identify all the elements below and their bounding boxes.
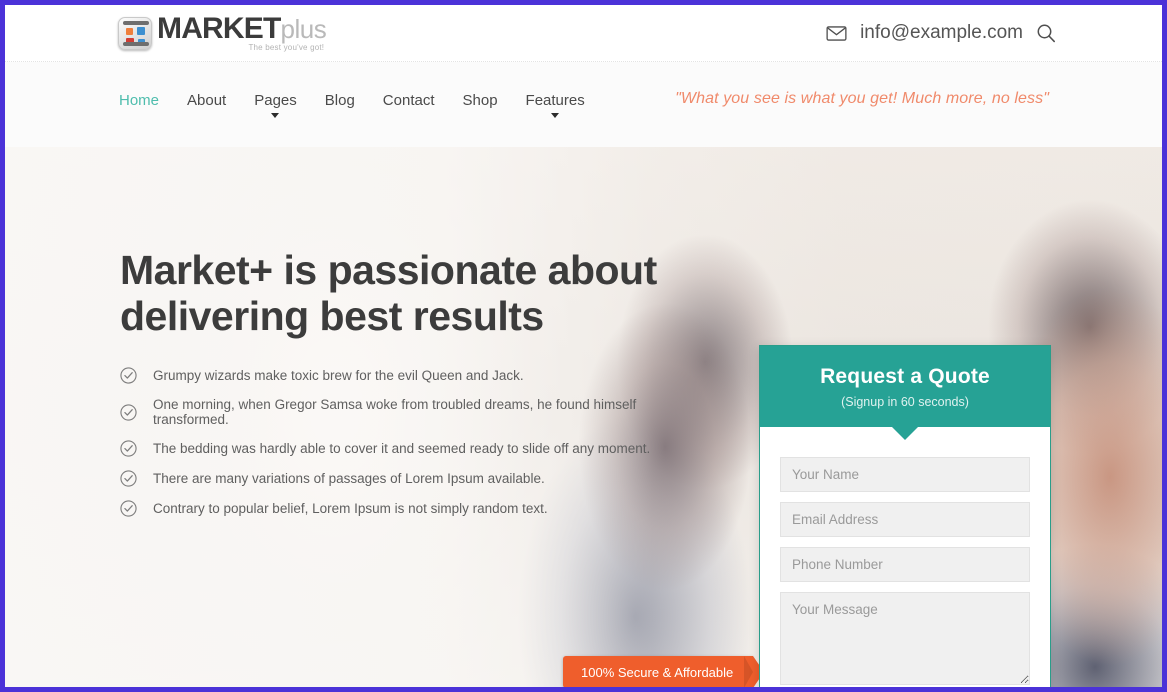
quote-card-header: Request a Quote (Signup in 60 seconds) xyxy=(760,346,1050,427)
circle-check-icon xyxy=(120,403,137,421)
header-tagline: "What you see is what you get! Much more… xyxy=(675,90,1049,107)
quote-card-body: GET STARTED... *We do not spam. xyxy=(760,427,1050,687)
list-item-text: Grumpy wizards make toxic brew for the e… xyxy=(153,368,524,383)
chevron-down-icon xyxy=(551,113,560,118)
nav-link-list: Home About Pages Blog Contact Shop Featu… xyxy=(119,92,599,118)
envelope-icon xyxy=(826,25,847,41)
top-bar: MARKETplus The best you've got! info@exa… xyxy=(5,5,1162,62)
your-name-input[interactable] xyxy=(780,457,1030,492)
site-logo[interactable]: MARKETplus The best you've got! xyxy=(118,12,327,52)
list-item-text: The bedding was hardly able to cover it … xyxy=(153,441,651,456)
hero-title: Market+ is passionate about delivering b… xyxy=(120,247,657,339)
ribbon-label: 100% Secure & Affordable xyxy=(581,664,734,680)
list-item: There are many variations of passages of… xyxy=(120,470,680,487)
contact-email: info@example.com xyxy=(860,22,1023,43)
nav-item-about[interactable]: About xyxy=(173,92,240,109)
market-tiles-icon xyxy=(118,17,152,50)
nav-label-contact: Contact xyxy=(382,92,435,109)
nav-label-home: Home xyxy=(119,92,160,109)
main-navigation: Home About Pages Blog Contact Shop Featu… xyxy=(5,62,1162,147)
nav-label-about: About xyxy=(187,92,227,109)
circle-check-icon xyxy=(120,367,137,384)
hero-feature-list: Grumpy wizards make toxic brew for the e… xyxy=(120,367,680,517)
request-quote-card: Request a Quote (Signup in 60 seconds) G… xyxy=(759,345,1051,687)
top-bar-right: info@example.com xyxy=(826,22,1056,44)
list-item: Contrary to popular belief, Lorem Ipsum … xyxy=(120,500,680,517)
circle-check-icon xyxy=(120,470,137,487)
list-item: One morning, when Gregor Samsa woke from… xyxy=(120,397,680,427)
list-item: The bedding was hardly able to cover it … xyxy=(120,440,680,457)
quote-subtitle: (Signup in 60 seconds) xyxy=(841,395,969,409)
nav-item-home[interactable]: Home xyxy=(119,92,173,109)
hero-content: Market+ is passionate about delivering b… xyxy=(120,247,680,530)
list-item: Grumpy wizards make toxic brew for the e… xyxy=(120,367,680,384)
logo-name-bold: MARKET xyxy=(157,12,281,45)
page-frame: MARKETplus The best you've got! info@exa… xyxy=(0,0,1167,692)
hero-section: Market+ is passionate about delivering b… xyxy=(5,147,1162,687)
email-address-input[interactable] xyxy=(780,502,1030,537)
list-item-text: Contrary to popular belief, Lorem Ipsum … xyxy=(153,501,548,516)
list-item-text: One morning, when Gregor Samsa woke from… xyxy=(153,397,637,427)
search-icon[interactable] xyxy=(1036,23,1056,43)
nav-item-pages[interactable]: Pages xyxy=(240,92,311,118)
nav-label-shop: Shop xyxy=(462,92,498,109)
your-message-textarea[interactable] xyxy=(780,592,1030,685)
quote-title: Request a Quote xyxy=(820,365,990,388)
nav-label-features: Features xyxy=(525,92,585,109)
nav-item-blog[interactable]: Blog xyxy=(311,92,369,109)
logo-wordmark: MARKETplus The best you've got! xyxy=(157,12,327,52)
nav-item-shop[interactable]: Shop xyxy=(449,92,512,109)
logo-name-light: plus xyxy=(280,14,327,44)
nav-item-features[interactable]: Features xyxy=(512,92,599,118)
circle-check-icon xyxy=(120,440,137,457)
nav-label-blog: Blog xyxy=(324,92,355,109)
nav-label-pages: Pages xyxy=(254,92,297,109)
chevron-down-icon xyxy=(271,113,280,118)
circle-check-icon xyxy=(120,500,137,517)
logo-tagline: The best you've got! xyxy=(248,43,325,52)
list-item-text: There are many variations of passages of… xyxy=(153,471,545,486)
phone-number-input[interactable] xyxy=(780,547,1030,582)
nav-item-contact[interactable]: Contact xyxy=(369,92,449,109)
secure-affordable-ribbon: 100% Secure & Affordable xyxy=(563,656,765,687)
